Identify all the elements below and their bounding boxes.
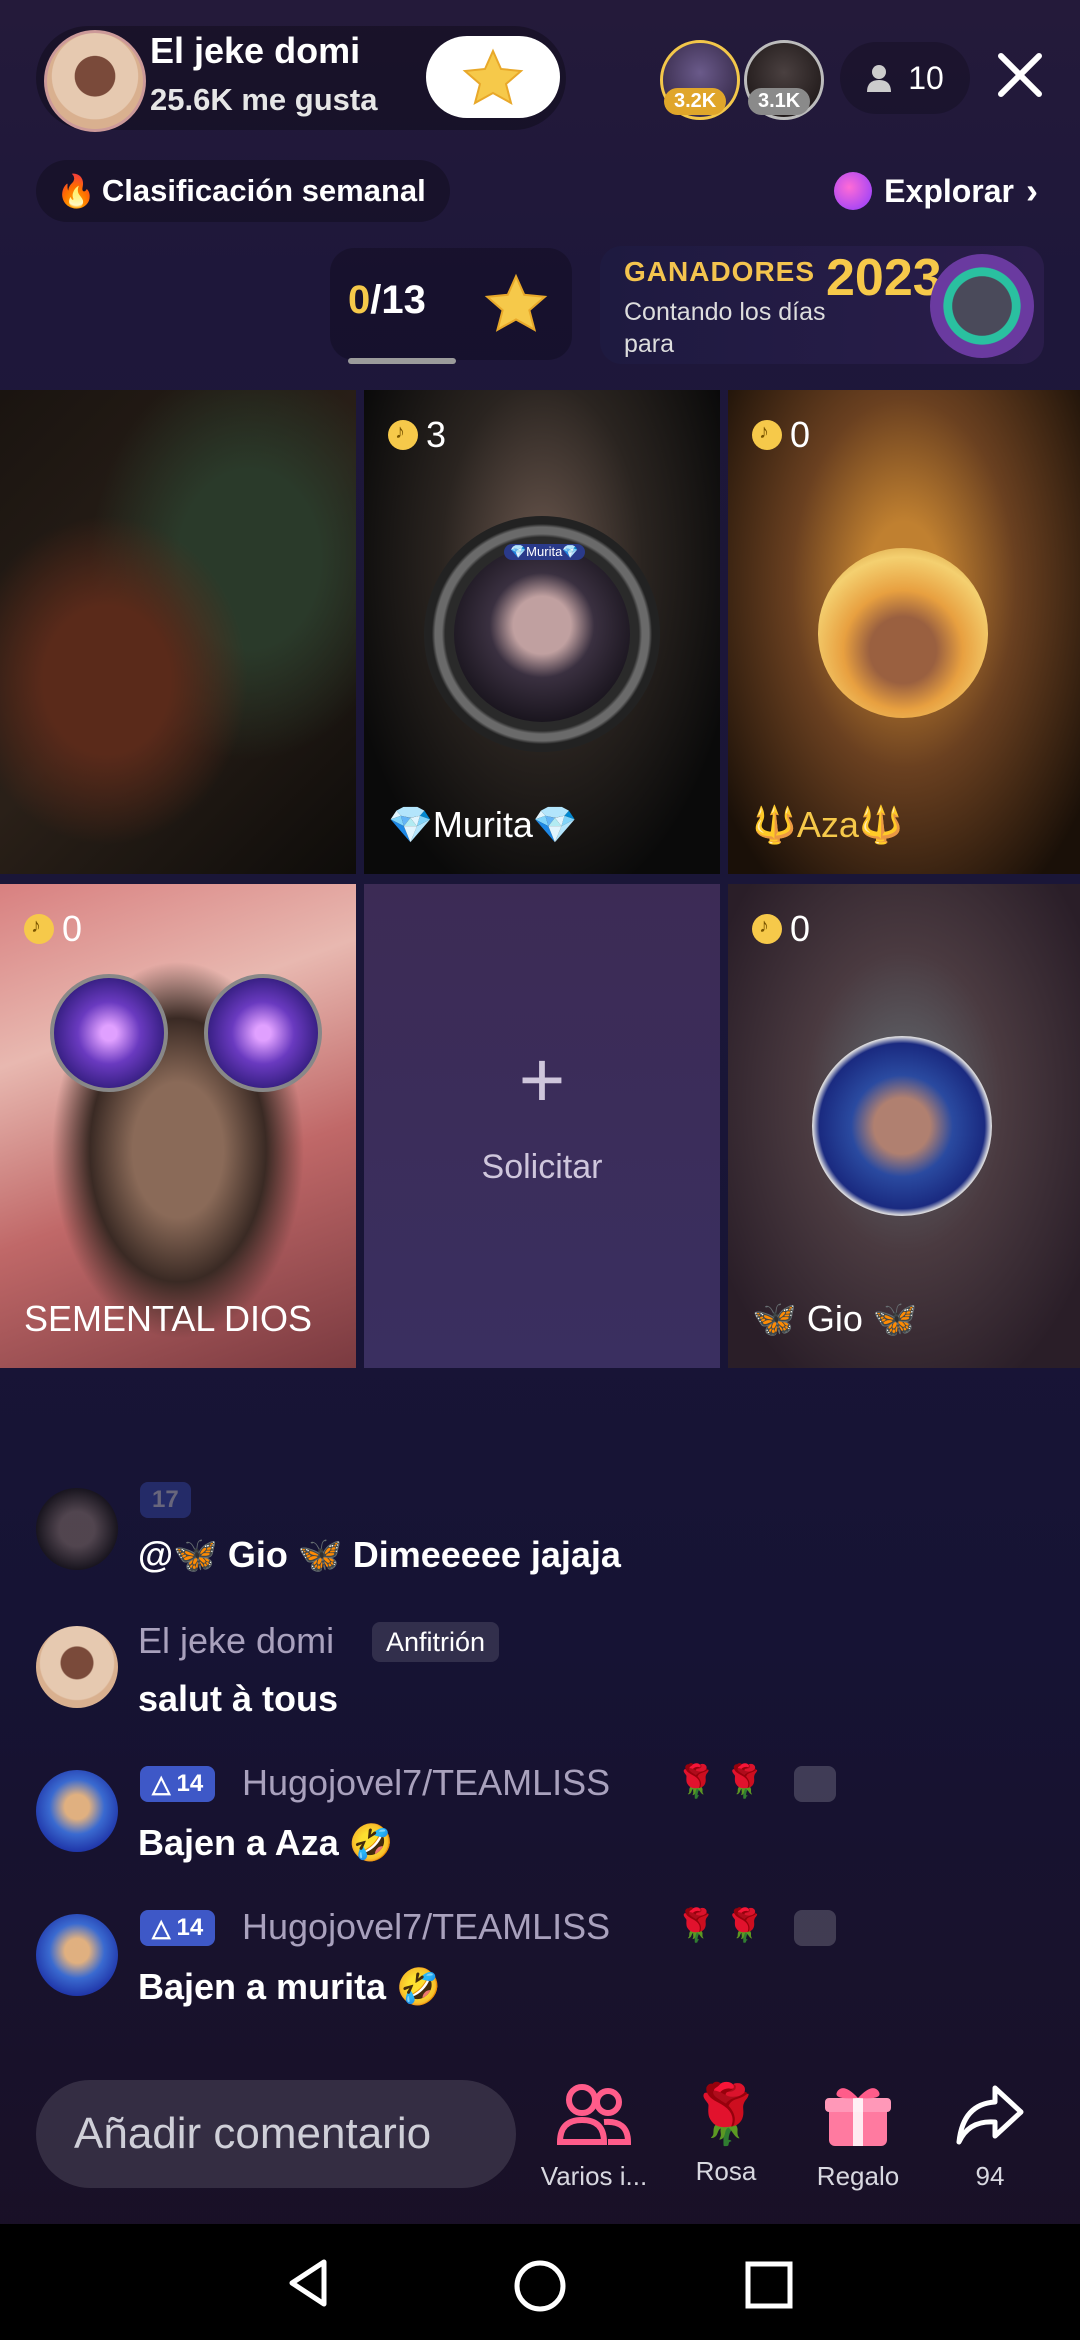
weekly-ranking-label: Clasificación semanal (101, 173, 426, 208)
winners-subtitle: Contando los días para (624, 298, 826, 358)
close-icon[interactable] (988, 36, 1052, 116)
murita-avatar (454, 546, 630, 722)
commenter-avatar[interactable] (36, 1626, 118, 1708)
share-icon (956, 2085, 1024, 2145)
tile-coins: 0 (752, 414, 810, 456)
guest-tile-murita[interactable]: 3 💎Murita💎 💎Murita💎 (364, 390, 720, 874)
comment-username[interactable]: El jeke domi (138, 1620, 334, 1662)
gift-icon (825, 2088, 891, 2146)
level-icon: △ (152, 1914, 171, 1942)
coin-icon (752, 914, 782, 944)
multi-guest-label: Varios i... (540, 2161, 648, 2191)
level-badge: △ 14 (140, 1766, 216, 1802)
gio-avatar (812, 1036, 992, 1216)
chevron-right-icon: › (1026, 170, 1038, 211)
plus-icon: + (518, 1035, 566, 1124)
planet-icon (834, 172, 873, 210)
flame-icon: 🔥 (56, 173, 96, 209)
tile-name: 💎Murita💎 (388, 804, 578, 845)
level-badge: △ 14 (140, 1910, 216, 1946)
share-count: 94 (975, 2161, 1005, 2191)
back-icon[interactable] (284, 2258, 334, 2308)
coin-icon (752, 420, 782, 450)
home-icon[interactable] (512, 2258, 568, 2314)
weekly-ranking-button[interactable]: 🔥 Clasificación semanal (36, 160, 450, 222)
aza-avatar (818, 548, 988, 718)
tile-name: 🔱Aza🔱 (752, 804, 904, 845)
mutual-friend-icon (794, 1766, 836, 1802)
top-viewer-2-count: 3.1K (748, 88, 811, 115)
winners-title: GANADORES (624, 256, 816, 287)
comment-text: @🦋 Gio 🦋 Dimeeeee jajaja (138, 1534, 621, 1575)
tile-name: SEMENTAL DIOS (24, 1298, 313, 1339)
person-icon (867, 65, 892, 92)
mutual-friend-icon (794, 1910, 836, 1946)
explore-button[interactable]: Explorar › (818, 160, 1054, 222)
comment-username[interactable]: Hugojovel7/TEAMLISS (242, 1906, 610, 1948)
rose-icon: 🌹 (689, 2082, 763, 2147)
rose-button[interactable]: 🌹 Rosa (666, 2080, 786, 2187)
host-tag: Anfitrión (372, 1622, 500, 1662)
goal-counter-text: 0/13 (348, 278, 426, 322)
gift-button[interactable]: Regalo (798, 2080, 918, 2192)
coin-icon (388, 420, 418, 450)
explore-label: Explorar (884, 172, 1014, 209)
comment-text: salut à tous (138, 1678, 339, 1719)
tile-name: 🦋 Gio 🦋 (752, 1298, 918, 1339)
host-name: El jeke domi (150, 30, 361, 71)
share-button[interactable]: 94 (930, 2080, 1050, 2192)
winners-year: 2023 (826, 249, 942, 307)
request-label: Solicitar (481, 1148, 603, 1186)
star-icon (484, 273, 548, 332)
request-slot[interactable]: + Solicitar (364, 884, 720, 1368)
comment-text: Bajen a Aza 🤣 (138, 1822, 394, 1863)
multi-guest-icon (556, 2084, 632, 2145)
host-avatar[interactable] (44, 30, 146, 132)
level-icon: △ (152, 1770, 171, 1798)
commenter-avatar[interactable] (36, 1914, 118, 1996)
follow-star-button[interactable] (426, 36, 560, 118)
viewer-count: 10 (908, 59, 944, 96)
guest-tile-aza[interactable]: 0 🔱Aza🔱 (728, 390, 1080, 874)
guest-tile-semental[interactable]: 0 SEMENTAL DIOS (0, 884, 356, 1368)
commenter-avatar[interactable] (36, 1488, 118, 1570)
viewer-count-pill[interactable]: 10 (840, 42, 970, 114)
level-badge: 17 (140, 1482, 191, 1518)
star-icon (462, 48, 524, 106)
top-viewer-1-count: 3.2K (664, 88, 727, 115)
glasses-right (204, 974, 322, 1092)
rose-badges: 🌹 🌹 (676, 1763, 765, 1799)
tile-coins: 0 (752, 908, 810, 950)
commenter-avatar[interactable] (36, 1770, 118, 1852)
guest-tile-host-video[interactable] (0, 390, 356, 874)
tile-coins: 3 (388, 414, 446, 456)
glasses-left (50, 974, 168, 1092)
rose-label: Rosa (695, 2156, 757, 2186)
system-nav-bar (0, 2224, 1080, 2340)
multi-guest-button[interactable]: Varios i... (534, 2080, 654, 2192)
comment-input[interactable]: Añadir comentario (36, 2080, 516, 2188)
guest-tile-gio[interactable]: 0 🦋 Gio 🦋 (728, 884, 1080, 1368)
winners-trophy-icon (930, 254, 1034, 358)
gift-label: Regalo (816, 2161, 900, 2191)
goal-progress-bar (348, 358, 456, 364)
comment-text: Bajen a murita 🤣 (138, 1966, 441, 2007)
host-likes: 25.6K me gusta (150, 82, 378, 117)
tile-coins: 0 (24, 908, 82, 950)
comment-username[interactable]: Hugojovel7/TEAMLISS (242, 1762, 610, 1804)
coin-icon (24, 914, 54, 944)
murita-frame-label: 💎Murita💎 (504, 544, 585, 560)
rose-badges: 🌹 🌹 (676, 1907, 765, 1943)
recents-icon[interactable] (744, 2260, 794, 2310)
